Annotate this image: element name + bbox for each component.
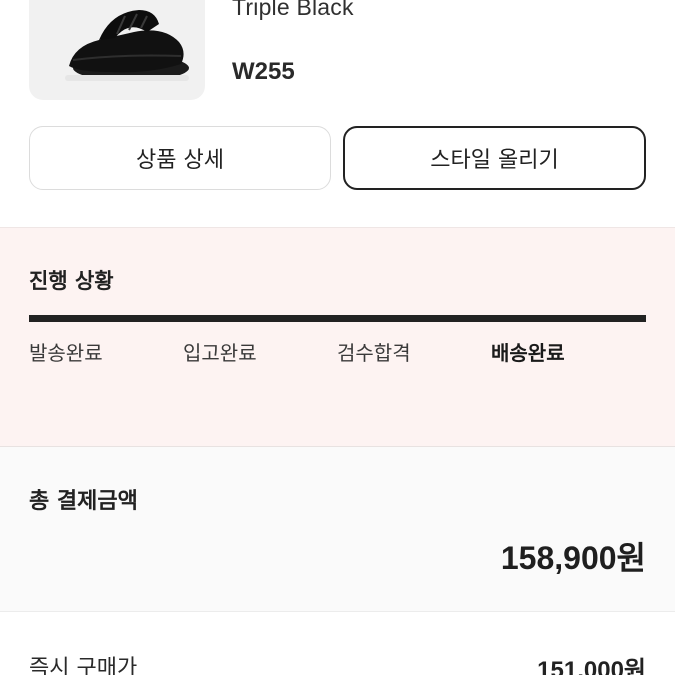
product-thumbnail[interactable] [29, 0, 205, 100]
step-shipped: 발송완료 [29, 341, 103, 365]
progress-title: 진행 상황 [29, 269, 114, 293]
progress-bar-fill [29, 315, 646, 322]
instant-price-label: 즉시 구매가 [29, 656, 138, 675]
progress-section: 진행 상황 발송완료 입고완료 검수합격 배송완료 [0, 227, 675, 447]
product-size: W255 [232, 58, 295, 85]
black-sandal-image [65, 10, 189, 81]
product-card: Triple Black W255 [0, 0, 675, 112]
product-name: Triple Black [232, 0, 354, 20]
total-payment-amount: 158,900원 [500, 540, 646, 576]
payment-section: 총 결제금액 158,900원 [0, 447, 675, 611]
upload-style-button[interactable]: 스타일 올리기 [343, 126, 646, 190]
step-inspection-passed: 검수합격 [337, 341, 411, 365]
instant-price-row: 즉시 구매가 151,000원 [0, 612, 675, 675]
total-payment-label: 총 결제금액 [29, 489, 138, 514]
step-delivered: 배송완료 [491, 341, 565, 365]
product-detail-button[interactable]: 상품 상세 [29, 126, 331, 190]
progress-bar [29, 315, 646, 322]
step-received: 입고완료 [183, 341, 257, 365]
instant-price-value: 151,000원 [537, 657, 646, 675]
